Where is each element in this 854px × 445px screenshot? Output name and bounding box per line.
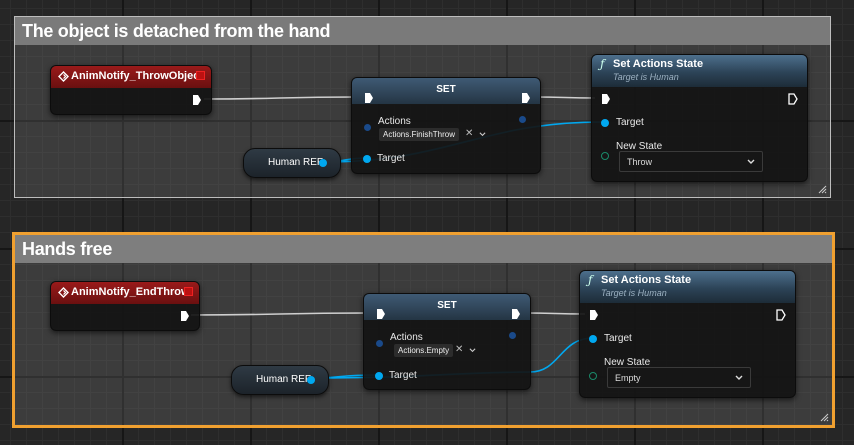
set-title: SET — [437, 300, 457, 311]
exec-in-pin[interactable] — [364, 92, 374, 104]
target-in-pin[interactable] — [375, 372, 383, 380]
delegate-pin[interactable] — [196, 71, 205, 80]
actions-value-tag[interactable]: Actions.FinishThrow — [379, 128, 460, 141]
comment-title[interactable]: The object is detached from the hand — [15, 17, 830, 45]
event-title: AnimNotify_ThrowObject — [71, 70, 204, 82]
exec-in-pin[interactable] — [601, 93, 611, 105]
variable-out-pin[interactable] — [319, 159, 327, 167]
target-in-pin[interactable] — [601, 119, 609, 127]
target-label: Target — [604, 333, 632, 344]
set-node-actions[interactable]: SET Actions Actions.Empty ✕ Target — [363, 293, 531, 390]
human-ref-variable[interactable]: Human REF — [231, 365, 329, 395]
exec-out-pin[interactable] — [521, 92, 531, 104]
function-node-set-actions-state[interactable]: ƒ Set Actions State Target is Human Targ… — [591, 54, 808, 182]
target-label: Target — [389, 370, 417, 381]
human-ref-variable[interactable]: Human REF — [243, 148, 341, 178]
variable-label: Human REF — [256, 374, 312, 385]
function-subtitle: Target is Human — [601, 288, 667, 298]
target-label: Target — [377, 153, 405, 164]
event-node-throw-object[interactable]: AnimNotify_ThrowObject — [50, 65, 212, 115]
function-title: Set Actions State — [601, 274, 692, 286]
function-subtitle: Target is Human — [613, 72, 679, 82]
actions-in-pin[interactable] — [376, 340, 383, 347]
chevron-down-icon — [747, 159, 755, 164]
event-node-end-throw[interactable]: AnimNotify_EndThrow — [50, 281, 200, 331]
exec-in-pin[interactable] — [589, 309, 599, 321]
exec-out-pin[interactable] — [511, 308, 521, 320]
set-node-actions[interactable]: SET Actions Actions.FinishThrow ✕ Target — [351, 77, 541, 174]
chevron-down-icon — [735, 375, 743, 380]
chevron-down-icon[interactable] — [479, 131, 486, 138]
function-icon: ƒ — [588, 273, 593, 287]
actions-label: Actions — [390, 332, 423, 343]
actions-label: Actions — [378, 116, 411, 127]
resize-grip-icon[interactable] — [817, 184, 827, 194]
chevron-down-icon[interactable] — [469, 347, 476, 354]
resize-grip-icon[interactable] — [819, 412, 829, 422]
event-title: AnimNotify_EndThrow — [71, 286, 190, 298]
function-icon: ƒ — [600, 57, 605, 71]
exec-out-pin[interactable] — [788, 93, 798, 105]
variable-out-pin[interactable] — [307, 376, 315, 384]
new-state-value: Throw — [627, 157, 653, 167]
target-in-pin[interactable] — [589, 335, 597, 343]
new-state-value: Empty — [615, 373, 641, 383]
exec-out-pin[interactable] — [180, 310, 190, 322]
function-node-set-actions-state[interactable]: ƒ Set Actions State Target is Human Targ… — [579, 270, 796, 398]
actions-in-pin[interactable] — [364, 124, 371, 131]
exec-out-pin[interactable] — [776, 309, 786, 321]
clear-icon[interactable]: ✕ — [455, 344, 463, 355]
event-icon — [58, 287, 69, 298]
clear-icon[interactable]: ✕ — [465, 128, 473, 139]
event-icon — [58, 71, 69, 82]
actions-out-pin[interactable] — [519, 116, 526, 123]
exec-in-pin[interactable] — [376, 308, 386, 320]
new-state-dropdown[interactable]: Empty — [607, 367, 751, 388]
new-state-in-pin[interactable] — [589, 372, 597, 380]
target-in-pin[interactable] — [363, 155, 371, 163]
comment-title[interactable]: Hands free — [15, 235, 832, 263]
set-title: SET — [436, 84, 456, 95]
variable-label: Human REF — [268, 157, 324, 168]
actions-value-tag[interactable]: Actions.Empty — [394, 344, 454, 357]
function-title: Set Actions State — [613, 58, 704, 70]
exec-out-pin[interactable] — [192, 94, 202, 106]
actions-out-pin[interactable] — [509, 332, 516, 339]
delegate-pin[interactable] — [184, 287, 193, 296]
new-state-in-pin[interactable] — [601, 152, 609, 160]
target-label: Target — [616, 117, 644, 128]
new-state-dropdown[interactable]: Throw — [619, 151, 763, 172]
